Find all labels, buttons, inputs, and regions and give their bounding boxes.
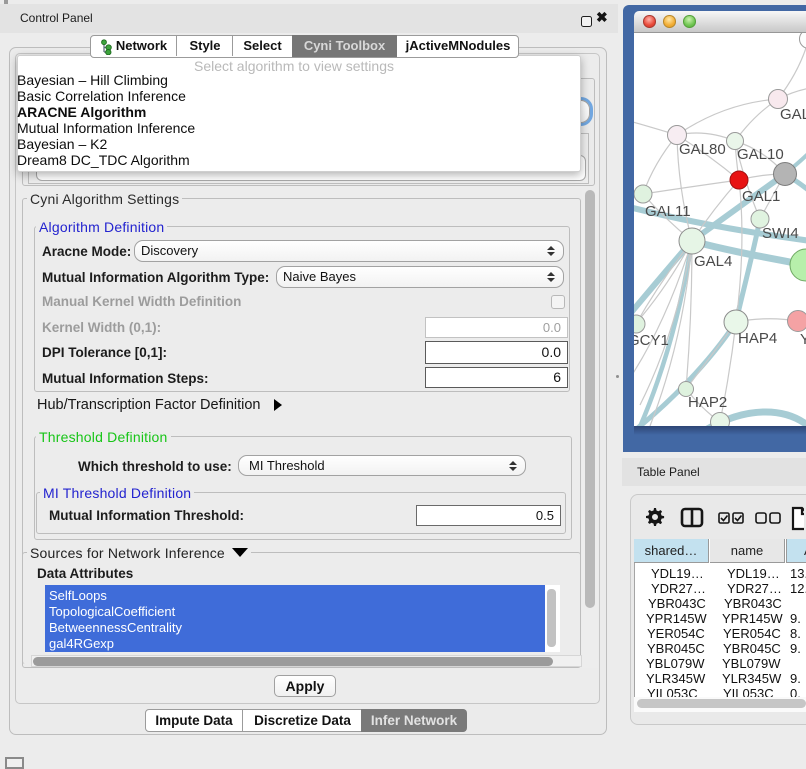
svg-text:HAP4: HAP4 [738, 330, 777, 347]
svg-text:SWI4: SWI4 [762, 225, 799, 242]
svg-text:GAL11: GAL11 [645, 203, 691, 220]
svg-text:GAL4: GAL4 [694, 253, 732, 270]
svg-text:GAL10: GAL10 [737, 146, 784, 163]
svg-text:GAL80: GAL80 [679, 141, 726, 158]
svg-text:GAL7: GAL7 [780, 106, 806, 123]
svg-text:HAP2: HAP2 [688, 394, 727, 411]
svg-text:GAL1: GAL1 [742, 188, 780, 205]
svg-text:YEL: YEL [800, 331, 806, 348]
svg-text:GCY1: GCY1 [634, 332, 669, 349]
